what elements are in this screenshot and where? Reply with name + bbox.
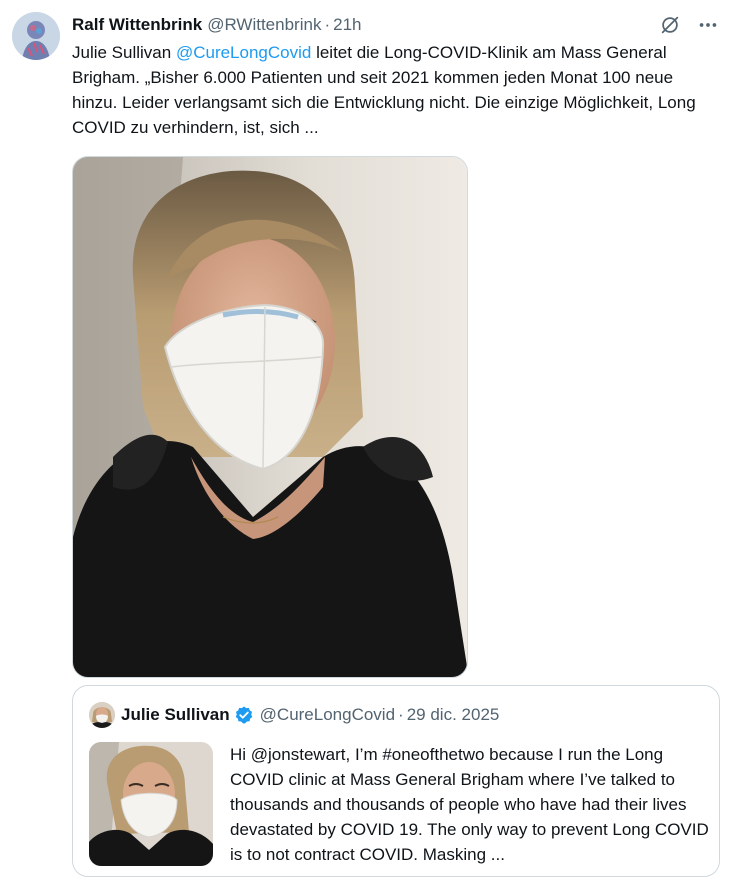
quoted-tweet-header: Julie Sullivan @CureLongCovid · 29 dic. …: [89, 702, 499, 728]
author-name[interactable]: Ralf Wittenbrink: [72, 15, 202, 35]
author-avatar[interactable]: [12, 12, 60, 60]
quoted-tweet[interactable]: Julie Sullivan @CureLongCovid · 29 dic. …: [72, 685, 720, 877]
mention-link[interactable]: @CureLongCovid: [176, 43, 311, 62]
tweet-photo[interactable]: [72, 156, 468, 678]
quoted-author-avatar[interactable]: [89, 702, 115, 728]
separator-dot: ·: [324, 15, 331, 34]
author-handle[interactable]: @RWittenbrink: [207, 15, 321, 35]
quoted-tweet-text: Hi @jonstewart, I’m #oneofthetwo because…: [230, 745, 709, 864]
separator-dot: ·: [398, 705, 404, 724]
tweet-text-start: Julie Sullivan: [72, 43, 176, 62]
verified-badge-icon: [234, 705, 254, 725]
tweet-header: Ralf Wittenbrink @RWittenbrink · 21h: [72, 14, 362, 36]
quoted-tweet-date[interactable]: 29 dic. 2025: [407, 705, 500, 725]
more-icon[interactable]: [696, 13, 720, 37]
tweet-timestamp[interactable]: 21h: [333, 15, 361, 35]
tweet-text: Julie Sullivan @CureLongCovid leitet die…: [72, 40, 722, 140]
quoted-author-handle[interactable]: @CureLongCovid: [260, 705, 395, 725]
tweet-actions-top: [658, 13, 720, 37]
quoted-tweet-photo[interactable]: [89, 742, 213, 866]
tweet[interactable]: Ralf Wittenbrink @RWittenbrink · 21h Jul…: [0, 0, 730, 880]
grok-icon[interactable]: [658, 13, 682, 37]
quoted-author-name[interactable]: Julie Sullivan: [121, 705, 230, 725]
